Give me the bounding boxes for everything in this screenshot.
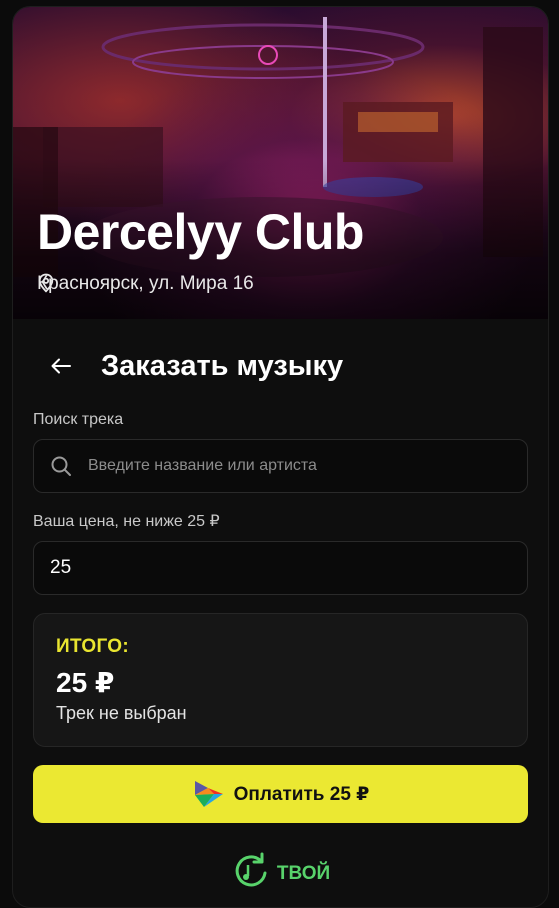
venue-address: Красноярск, ул. Мира 16 — [37, 273, 254, 295]
price-input[interactable] — [48, 556, 527, 580]
venue-card: Dercelyy Club Красноярск, ул. Мира 16 За… — [12, 6, 549, 908]
search-input[interactable] — [86, 456, 527, 476]
page-header: Заказать музыку — [33, 349, 528, 383]
venue-name: Dercelyy Club — [37, 204, 364, 260]
pay-button-label: Оплатить 25 ₽ — [233, 783, 370, 805]
order-music-form: Заказать музыку Поиск трека Ваша цена, н… — [13, 349, 548, 891]
payment-system-logo-icon — [194, 781, 223, 807]
brand-logo: ТВОЙ — [33, 851, 528, 891]
track-status: Трек не выбран — [56, 703, 187, 723]
arrow-left-icon — [51, 358, 71, 374]
music-refresh-icon — [235, 852, 267, 887]
total-label: ИТОГО: — [56, 636, 129, 657]
venue-address-text: Красноярск, ул. Мира 16 — [37, 273, 254, 294]
search-icon — [51, 456, 71, 476]
order-summary: ИТОГО: 25 ₽ Трек не выбран — [33, 613, 528, 747]
total-amount: 25 ₽ — [56, 667, 115, 698]
price-label: Ваша цена, не ниже 25 ₽ — [33, 513, 220, 530]
brand-text: ТВОЙ — [276, 863, 331, 884]
page-title: Заказать музыку — [101, 349, 344, 382]
search-label: Поиск трека — [33, 411, 124, 428]
pay-button[interactable]: Оплатить 25 ₽ — [33, 765, 528, 823]
location-pin-icon — [38, 273, 54, 293]
venue-hero-image: Dercelyy Club Красноярск, ул. Мира 16 — [13, 7, 548, 319]
search-field[interactable] — [33, 439, 528, 493]
price-field[interactable] — [33, 541, 528, 595]
back-button[interactable] — [41, 349, 81, 383]
